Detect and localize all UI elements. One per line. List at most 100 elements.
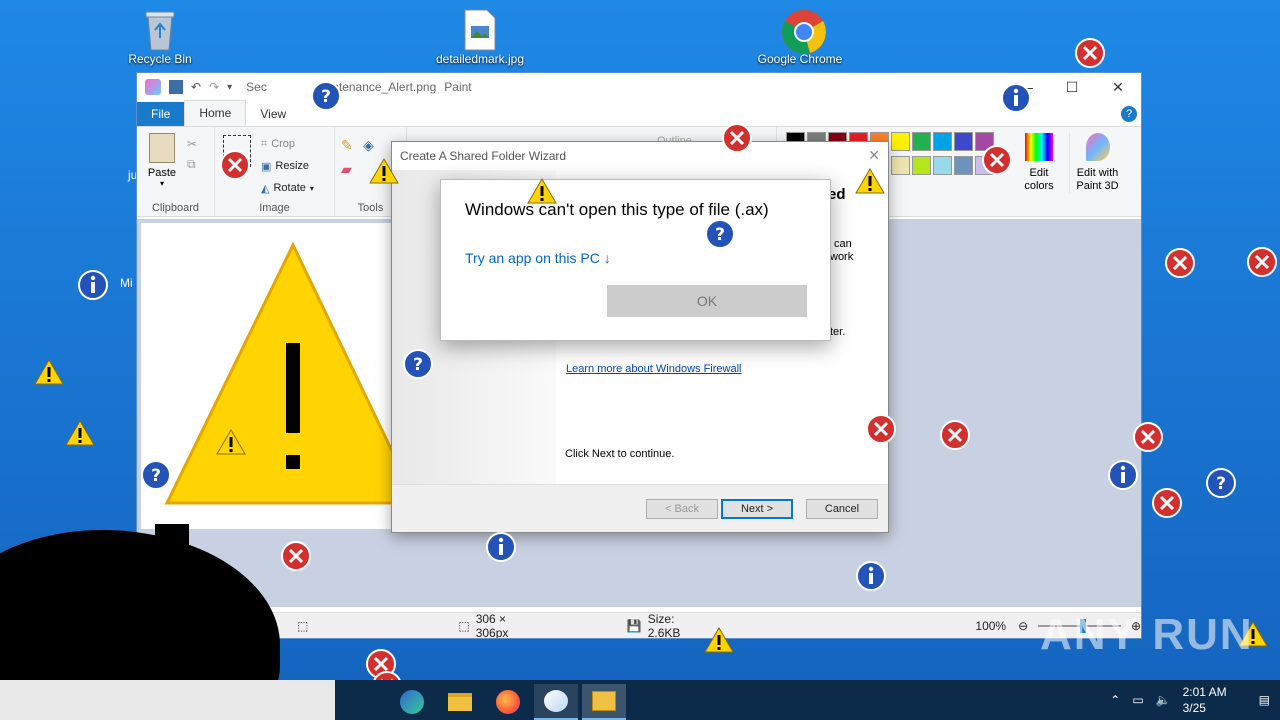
qat-dropdown-icon[interactable]: ▾ [227, 82, 232, 93]
info-icon [1108, 460, 1138, 493]
color-swatch[interactable] [912, 156, 931, 175]
clock-date: 3/25 [1182, 701, 1206, 715]
desktop-icon-chrome[interactable]: Google Chrome [750, 8, 850, 66]
error-icon [1165, 248, 1195, 281]
desktop-icon-label: Recycle Bin [128, 52, 192, 66]
color-swatch[interactable] [954, 156, 973, 175]
desktop-icon-detailedmark[interactable]: detailedmark.jpg [430, 8, 530, 66]
info-icon [78, 270, 108, 303]
anyrun-watermark: ANY RUN [1040, 610, 1254, 659]
file-size: Size: 2.6KB [647, 611, 681, 639]
taskbar: ⌃ ▭ 🔈 2:01 AM 3/25 ▤ [0, 680, 1280, 720]
back-button[interactable]: < Back [646, 499, 718, 519]
chevron-down-icon: ▾ [159, 179, 164, 188]
tab-file[interactable]: File [137, 102, 185, 126]
selection-size-icon: ⬚ [297, 618, 309, 633]
black-artifact [155, 524, 189, 554]
open-with-dialog[interactable]: Windows can't open this type of file (.a… [440, 179, 831, 341]
wizard-close-button[interactable]: ✕ [868, 147, 880, 164]
color-swatch[interactable] [933, 156, 952, 175]
error-icon [1133, 422, 1163, 455]
info-icon [856, 561, 886, 594]
error-icon [1247, 247, 1277, 280]
warning-icon [65, 419, 95, 450]
close-button[interactable]: ✕ [1095, 73, 1141, 101]
eraser-icon[interactable]: ▰ [341, 161, 352, 178]
chevron-down-icon: ▾ [309, 183, 314, 193]
color-swatch[interactable] [891, 132, 910, 151]
error-icon [220, 150, 250, 183]
clock[interactable]: 2:01 AM 3/25 [1183, 684, 1227, 716]
color-swatch[interactable] [891, 156, 910, 175]
dimensions-icon: ⬚ [458, 618, 470, 633]
zoom-out-button[interactable]: ⊖ [1018, 619, 1028, 633]
edit-paint3d-button[interactable]: Edit with Paint 3D [1069, 133, 1125, 193]
help-icon[interactable]: ? [1121, 106, 1137, 122]
taskbar-search-area[interactable] [0, 680, 335, 720]
info-icon [486, 532, 516, 565]
paint-ribbon-tabs: File Home View ? [137, 100, 1141, 127]
redo-icon[interactable]: ↷ [209, 80, 219, 94]
undo-icon[interactable]: ↶ [191, 80, 201, 94]
notification-icon[interactable]: ▤ [1259, 693, 1270, 707]
try-app-link[interactable]: Try an app on this PC ↓ [465, 250, 611, 266]
edit-paint3d-label: Edit with Paint 3D [1076, 167, 1119, 192]
warning-icon [216, 428, 246, 459]
color-swatch[interactable] [954, 132, 973, 151]
cancel-button[interactable]: Cancel [806, 499, 878, 519]
color-swatch[interactable] [933, 132, 952, 151]
question-icon: ? [1206, 468, 1236, 501]
crop-button[interactable]: ⌗ Crop [261, 133, 314, 155]
firefox-taskbar-icon[interactable] [486, 684, 530, 720]
rotate-label: Rotate [273, 182, 306, 194]
chevron-up-icon[interactable]: ⌃ [1110, 693, 1120, 707]
svg-text:?: ? [151, 466, 161, 486]
wizard-text: can [834, 238, 852, 250]
error-icon [940, 420, 970, 453]
question-icon: ? [311, 81, 341, 114]
desktop-icon-recycle-bin[interactable]: Recycle Bin [110, 8, 210, 66]
maximize-button[interactable]: ☐ [1049, 73, 1095, 101]
crop-icon: ⌗ [261, 137, 268, 150]
paint-taskbar-icon[interactable] [534, 684, 578, 720]
error-icon [281, 541, 311, 574]
fill-icon[interactable]: ◈ [363, 137, 374, 154]
edit-colors-button[interactable]: Edit colors [1019, 133, 1059, 193]
wizard-title-bar: Create A Shared Folder Wizard ✕ [392, 142, 888, 170]
shared-folder-taskbar-icon[interactable] [582, 684, 626, 720]
paste-button[interactable]: Paste ▾ [147, 133, 177, 188]
color-wheel-icon [1025, 133, 1053, 161]
network-icon[interactable]: ▭ [1132, 693, 1143, 707]
edge-taskbar-icon[interactable] [390, 684, 434, 720]
warning-icon [855, 167, 885, 198]
copy-icon[interactable]: ⧉ [187, 157, 196, 172]
warning-sign-image [164, 241, 393, 505]
chrome-icon [780, 8, 826, 54]
pencil-icon[interactable]: ✎ [341, 137, 353, 154]
svg-text:?: ? [715, 225, 725, 245]
resize-button[interactable]: ▣ Resize [261, 155, 314, 177]
tab-home[interactable]: Home [184, 100, 247, 126]
firewall-link[interactable]: Learn more about Windows Firewall [566, 363, 741, 375]
save-icon[interactable] [169, 80, 183, 94]
rotate-button[interactable]: ◭ Rotate ▾ [261, 177, 314, 199]
image-file-icon [460, 8, 500, 51]
recycle-bin-icon [140, 8, 180, 51]
clipboard-icon [149, 133, 175, 163]
volume-icon[interactable]: 🔈 [1156, 693, 1171, 707]
crop-label: Crop [271, 138, 296, 150]
paint-title-bar: ↶ ↷ ▾ Secaintenance_Alert.pngPaint — ☐ ✕ [137, 73, 1141, 101]
tab-view[interactable]: View [246, 102, 300, 126]
explorer-taskbar-icon[interactable] [438, 684, 482, 720]
paint-window-title: Sec aintenance_Alert.png Paint [246, 80, 472, 94]
resize-icon: ▣ [261, 160, 272, 173]
question-icon: ? [141, 460, 171, 493]
resize-label: Resize [275, 160, 310, 172]
ok-button[interactable]: OK [607, 285, 807, 317]
next-button[interactable]: Next > [721, 499, 793, 519]
warning-icon [369, 157, 399, 188]
cut-icon[interactable]: ✂ [187, 137, 197, 151]
rotate-icon: ◭ [261, 182, 270, 195]
color-swatch[interactable] [912, 132, 931, 151]
paint-canvas[interactable] [141, 223, 393, 529]
